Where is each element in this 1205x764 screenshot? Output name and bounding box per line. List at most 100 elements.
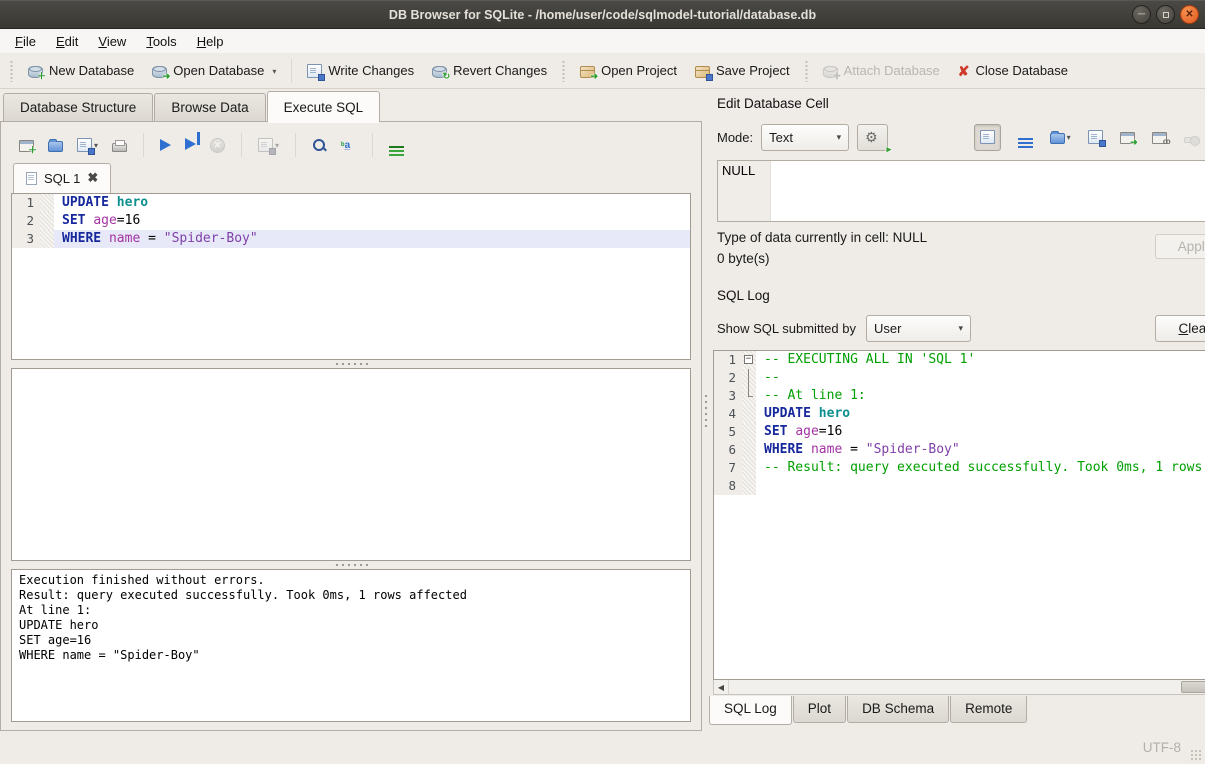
sql-log-title: SQL Log	[717, 288, 770, 303]
set-null-icon	[1184, 132, 1199, 143]
package-save-icon	[695, 66, 710, 78]
execution-message-pane[interactable]: Execution finished without errors.Result…	[11, 569, 691, 722]
auto-complete-icon[interactable]: ᵇa̲	[341, 138, 356, 153]
tab-execute-sql[interactable]: Execute SQL	[267, 91, 381, 122]
find-replace-icon[interactable]	[312, 138, 327, 153]
main-tabbar: Database Structure Browse Data Execute S…	[0, 89, 702, 122]
print-icon[interactable]	[112, 139, 127, 152]
mode-label: Mode:	[717, 130, 753, 145]
copy-cell-link-icon[interactable]: oo	[1152, 130, 1167, 144]
sql-doc-tab[interactable]: SQL 1 ✖	[13, 163, 111, 193]
menu-view[interactable]: View	[89, 31, 135, 52]
open-project-button[interactable]: ➜ Open Project	[571, 58, 686, 83]
save-sql-file-icon[interactable]: ▾	[77, 138, 98, 152]
toolbar-handle	[804, 60, 809, 82]
resize-grip[interactable]	[1190, 749, 1202, 761]
tab-plot[interactable]: Plot	[793, 696, 846, 723]
open-sql-file-icon[interactable]	[48, 138, 63, 152]
toolbar-handle	[9, 60, 14, 82]
revert-changes-button[interactable]: ↻ Revert Changes	[423, 58, 556, 83]
cell-type-info: Type of data currently in cell: NULL	[717, 230, 927, 245]
maximize-button[interactable]	[1156, 5, 1175, 24]
sql-editor[interactable]: 1UPDATE hero2SET age=163WHERE name = "Sp…	[11, 193, 691, 360]
panel-splitter[interactable]	[702, 89, 709, 731]
left-panel: Database Structure Browse Data Execute S…	[0, 89, 702, 731]
dropdown-caret-icon: ▾	[272, 67, 276, 78]
tab-db-schema[interactable]: DB Schema	[847, 696, 949, 723]
tab-remote[interactable]: Remote	[950, 696, 1027, 723]
menu-file[interactable]: File	[6, 31, 45, 52]
toolbar-handle	[561, 60, 566, 82]
menubar: File Edit View Tools Help	[0, 29, 1205, 53]
cell-editor[interactable]: NULL	[717, 160, 1205, 222]
scroll-left-icon[interactable]: ◀	[714, 680, 728, 694]
encoding-label: UTF-8	[1143, 740, 1181, 755]
window-title: DB Browser for SQLite - /home/user/code/…	[0, 8, 1205, 22]
new-database-button[interactable]: ＋ New Database	[19, 58, 143, 83]
code-line: 7-- Result: query executed successfully.…	[714, 459, 1205, 477]
new-tab-icon[interactable]: ＋	[19, 138, 34, 152]
menu-tools[interactable]: Tools	[137, 31, 185, 52]
statusbar: UTF-8	[0, 731, 1205, 764]
package-open-icon: ➜	[580, 66, 595, 78]
splitter[interactable]	[11, 360, 691, 368]
horizontal-scrollbar[interactable]: ◀ ▶	[713, 680, 1205, 695]
code-line: 3WHERE name = "Spider-Boy"	[12, 230, 690, 248]
open-database-button[interactable]: ➜ Open Database ▾	[143, 58, 285, 83]
menu-edit[interactable]: Edit	[47, 31, 87, 52]
export-to-file-icon[interactable]	[1088, 130, 1103, 144]
submitter-select[interactable]: User ▾	[866, 315, 971, 342]
code-line: 3-- At line 1:	[714, 387, 1205, 405]
splitter[interactable]	[11, 561, 691, 569]
close-icon[interactable]: ✖	[87, 170, 98, 186]
chevron-down-icon: ▾	[837, 132, 842, 143]
text-view-icon[interactable]	[974, 124, 1001, 151]
close-button[interactable]: ✕	[1180, 5, 1199, 24]
cell-value: NULL	[718, 161, 771, 221]
attach-database-button: ✚ Attach Database	[814, 58, 949, 83]
database-plus-icon: ＋	[28, 66, 43, 78]
import-from-file-icon[interactable]: ▾	[1050, 130, 1071, 144]
minimize-button[interactable]: ─	[1132, 5, 1151, 24]
cell-info: Type of data currently in cell: NULL 0 b…	[709, 222, 1205, 284]
code-line: 4UPDATE hero	[714, 405, 1205, 423]
code-line: 5SET age=16	[714, 423, 1205, 441]
scrollbar-thumb[interactable]	[1181, 681, 1205, 693]
filter-label: Show SQL submitted by	[717, 321, 856, 336]
edit-cell-toolbar: Mode: Text ▾ ⚙▸ ▾ ➜ oo	[709, 114, 1205, 160]
write-changes-button[interactable]: Write Changes	[298, 58, 423, 83]
code-line: 2--	[714, 369, 1205, 387]
open-in-external-app-icon[interactable]: ➜	[1120, 130, 1135, 144]
code-line: 1UPDATE hero	[12, 194, 690, 212]
code-line: 8	[714, 477, 1205, 495]
word-wrap-icon[interactable]	[1018, 135, 1033, 140]
main-toolbar: ＋ New Database ➜ Open Database ▾ Write C…	[0, 53, 1205, 89]
tab-database-structure[interactable]: Database Structure	[3, 93, 153, 122]
menu-help[interactable]: Help	[188, 31, 233, 52]
close-database-button[interactable]: ✘ Close Database	[949, 58, 1077, 83]
code-line: 1−-- EXECUTING ALL IN 'SQL 1'	[714, 351, 1205, 369]
apply-button: Apply	[1155, 234, 1205, 259]
sql-editor-toolbar: ＋ ▾ ✕ ▾ ᵇa̲	[11, 128, 691, 162]
clear-button[interactable]: Clear	[1155, 315, 1205, 342]
apply-settings-icon[interactable]: ⚙▸	[857, 124, 888, 151]
edit-cell-title: Edit Database Cell	[717, 96, 829, 111]
sql-file-icon	[26, 172, 37, 185]
sql-doc-tabbar: SQL 1 ✖	[11, 162, 691, 193]
execute-current-line-icon[interactable]	[185, 138, 196, 153]
red-x-icon: ✘	[958, 64, 970, 78]
database-open-icon: ➜	[152, 66, 167, 78]
mode-select[interactable]: Text ▾	[761, 124, 849, 151]
results-pane[interactable]	[11, 368, 691, 561]
sql-tab-label: SQL 1	[44, 171, 80, 186]
page-save-icon	[307, 64, 322, 78]
execute-all-icon[interactable]	[160, 139, 171, 151]
sql-log-view[interactable]: 1−-- EXECUTING ALL IN 'SQL 1'2--3-- At l…	[713, 350, 1205, 680]
format-code-icon[interactable]	[389, 143, 404, 148]
fold-collapse-icon[interactable]: −	[744, 355, 753, 364]
save-project-button[interactable]: Save Project	[686, 58, 799, 83]
tab-sql-log[interactable]: SQL Log	[709, 696, 792, 725]
tab-browse-data[interactable]: Browse Data	[154, 93, 265, 122]
titlebar[interactable]: DB Browser for SQLite - /home/user/code/…	[0, 0, 1205, 29]
database-attach-icon: ✚	[823, 66, 838, 78]
